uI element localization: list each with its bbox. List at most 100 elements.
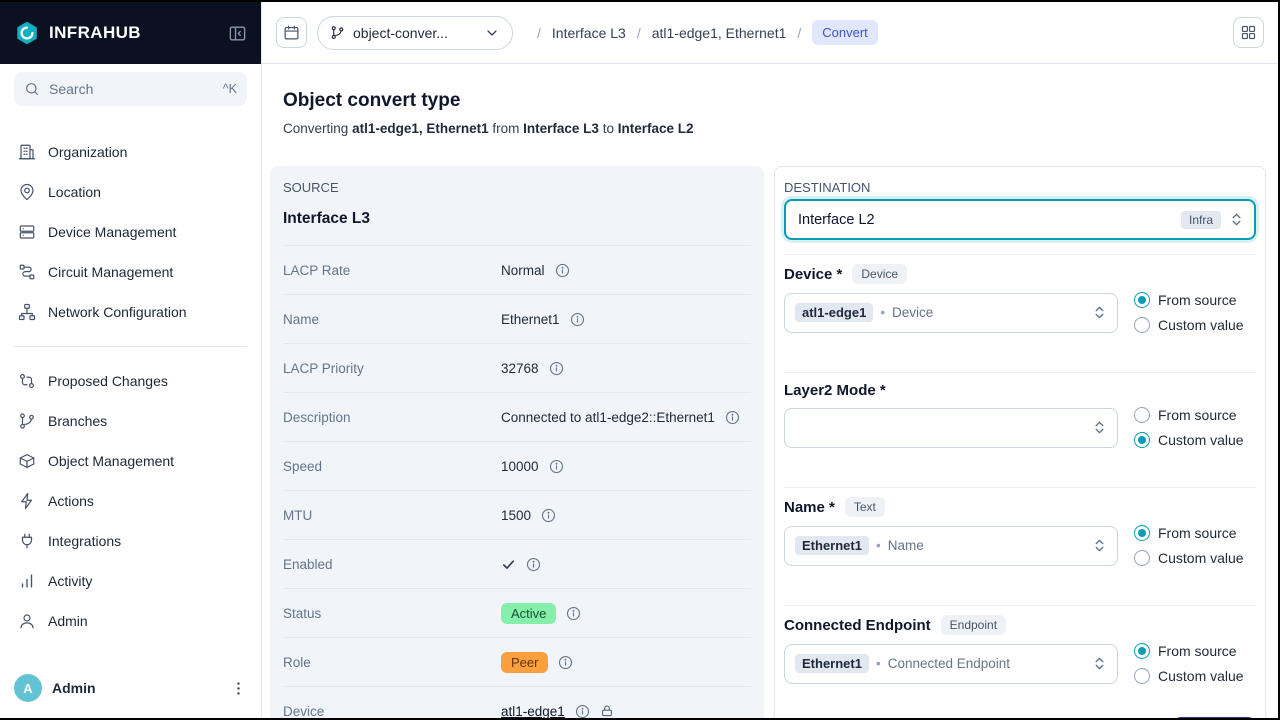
user-name: Admin — [52, 680, 96, 696]
info-icon[interactable] — [555, 263, 570, 278]
row-label: LACP Priority — [283, 361, 501, 376]
field-kind-badge: Endpoint — [941, 615, 1006, 635]
radio-icon — [1134, 292, 1150, 308]
user-menu-button[interactable] — [230, 680, 247, 697]
sidebar-item-activity[interactable]: Activity — [8, 561, 253, 601]
plug-icon — [18, 532, 36, 550]
radio-label: From source — [1158, 525, 1237, 541]
name-select[interactable]: Ethernet1 • Name — [784, 526, 1118, 566]
status-badge: Active — [501, 603, 556, 624]
subtitle-object: atl1-edge1, Ethernet1 — [352, 121, 489, 136]
row-value: 1500 — [501, 508, 531, 523]
chevrons-up-down-icon — [1092, 538, 1107, 553]
lightning-bolt-icon — [18, 492, 36, 510]
sidebar-item-label: Organization — [48, 144, 127, 160]
sidebar-item-network-configuration[interactable]: Network Configuration — [8, 292, 253, 332]
radio-from-source[interactable]: From source — [1134, 407, 1256, 423]
sidebar-item-organization[interactable]: Organization — [8, 132, 253, 172]
namespace-badge: Infra — [1181, 211, 1221, 229]
radio-custom-value[interactable]: Custom value — [1134, 432, 1256, 448]
info-icon[interactable] — [570, 312, 585, 327]
info-icon[interactable] — [549, 459, 564, 474]
source-row-name: Name Ethernet1 — [283, 294, 751, 343]
infrahub-logo: INFRAHUB — [14, 20, 141, 46]
search-placeholder: Search — [49, 81, 93, 97]
info-icon[interactable] — [558, 655, 573, 670]
sidebar-item-device-management[interactable]: Device Management — [8, 212, 253, 252]
avatar: A — [14, 674, 42, 702]
info-icon[interactable] — [526, 557, 541, 572]
route-icon — [18, 263, 36, 281]
breadcrumb-item-object[interactable]: atl1-edge1, Ethernet1 — [652, 25, 787, 41]
field-connected-endpoint: Connected Endpoint Endpoint Ethernet1 • … — [784, 605, 1256, 701]
info-icon[interactable] — [549, 361, 564, 376]
radio-label: From source — [1158, 407, 1237, 423]
branch-selector[interactable]: object-conver... — [317, 16, 513, 50]
row-label: Name — [283, 312, 501, 327]
device-link[interactable]: atl1-edge1 — [501, 704, 565, 719]
server-icon — [18, 223, 36, 241]
radio-icon — [1134, 643, 1150, 659]
main-area: object-conver... / Interface L3 / atl1-e… — [262, 2, 1278, 718]
sidebar-item-location[interactable]: Location — [8, 172, 253, 212]
radio-custom-value[interactable]: Custom value — [1134, 668, 1256, 684]
radio-custom-value[interactable]: Custom value — [1134, 550, 1256, 566]
panel-actions: Convert — [784, 701, 1256, 718]
breadcrumb-separator: / — [537, 25, 541, 41]
sidebar-item-label: Activity — [48, 573, 92, 589]
radio-from-source[interactable]: From source — [1134, 525, 1256, 541]
sidebar-item-actions[interactable]: Actions — [8, 481, 253, 521]
page-subtitle: Converting atl1-edge1, Ethernet1 from In… — [283, 121, 1266, 136]
subtitle-text: to — [603, 121, 614, 136]
row-label: Status — [283, 606, 501, 621]
sidebar-item-label: Actions — [48, 493, 94, 509]
panel-collapse-icon — [228, 24, 247, 43]
source-section-label: SOURCE — [283, 180, 751, 195]
radio-label: From source — [1158, 292, 1237, 308]
destination-kind-select[interactable]: Interface L2 Infra — [784, 199, 1256, 240]
row-label: MTU — [283, 508, 501, 523]
hierarchy-icon — [18, 303, 36, 321]
info-icon[interactable] — [566, 606, 581, 621]
breadcrumb-current-convert: Convert — [812, 20, 878, 45]
app-root: INFRAHUB Search ^K Organization Locati — [0, 0, 1280, 720]
row-label: Device — [283, 704, 501, 719]
sidebar-item-label: Object Management — [48, 453, 174, 469]
breadcrumb-item-interface-l3[interactable]: Interface L3 — [552, 25, 626, 41]
search-input[interactable]: Search ^K — [14, 72, 247, 106]
apps-button[interactable] — [1233, 17, 1264, 48]
sidebar-item-proposed-changes[interactable]: Proposed Changes — [8, 361, 253, 401]
radio-label: From source — [1158, 643, 1237, 659]
device-select[interactable]: atl1-edge1 • Device — [784, 293, 1118, 333]
sidebar-item-circuit-management[interactable]: Circuit Management — [8, 252, 253, 292]
sidebar-item-object-management[interactable]: Object Management — [8, 441, 253, 481]
sidebar-item-label: Proposed Changes — [48, 373, 168, 389]
row-label: Speed — [283, 459, 501, 474]
convert-button[interactable]: Convert — [1173, 717, 1256, 718]
user-icon — [18, 612, 36, 630]
info-icon[interactable] — [725, 410, 740, 425]
value-source-radios: From source Custom value — [1134, 643, 1256, 684]
page-title: Object convert type — [283, 90, 1266, 112]
panels: SOURCE Interface L3 LACP Rate Normal Nam… — [270, 166, 1266, 718]
info-icon[interactable] — [575, 704, 590, 719]
value-chip: Ethernet1 — [795, 536, 869, 555]
sidebar-item-integrations[interactable]: Integrations — [8, 521, 253, 561]
schedule-button[interactable] — [276, 17, 307, 48]
sidebar-item-label: Location — [48, 184, 101, 200]
radio-from-source[interactable]: From source — [1134, 643, 1256, 659]
radio-from-source[interactable]: From source — [1134, 292, 1256, 308]
radio-icon — [1134, 525, 1150, 541]
value-kind: Name — [888, 538, 924, 553]
building-icon — [18, 143, 36, 161]
map-pin-icon — [18, 183, 36, 201]
destination-kind-value: Interface L2 — [798, 212, 1173, 228]
radio-custom-value[interactable]: Custom value — [1134, 317, 1256, 333]
info-icon[interactable] — [541, 508, 556, 523]
sidebar-collapse-button[interactable] — [228, 24, 247, 43]
row-value: 32768 — [501, 361, 539, 376]
connected-endpoint-select[interactable]: Ethernet1 • Connected Endpoint — [784, 644, 1118, 684]
sidebar-item-branches[interactable]: Branches — [8, 401, 253, 441]
sidebar-item-admin[interactable]: Admin — [8, 601, 253, 641]
layer2-mode-select[interactable] — [784, 408, 1118, 448]
